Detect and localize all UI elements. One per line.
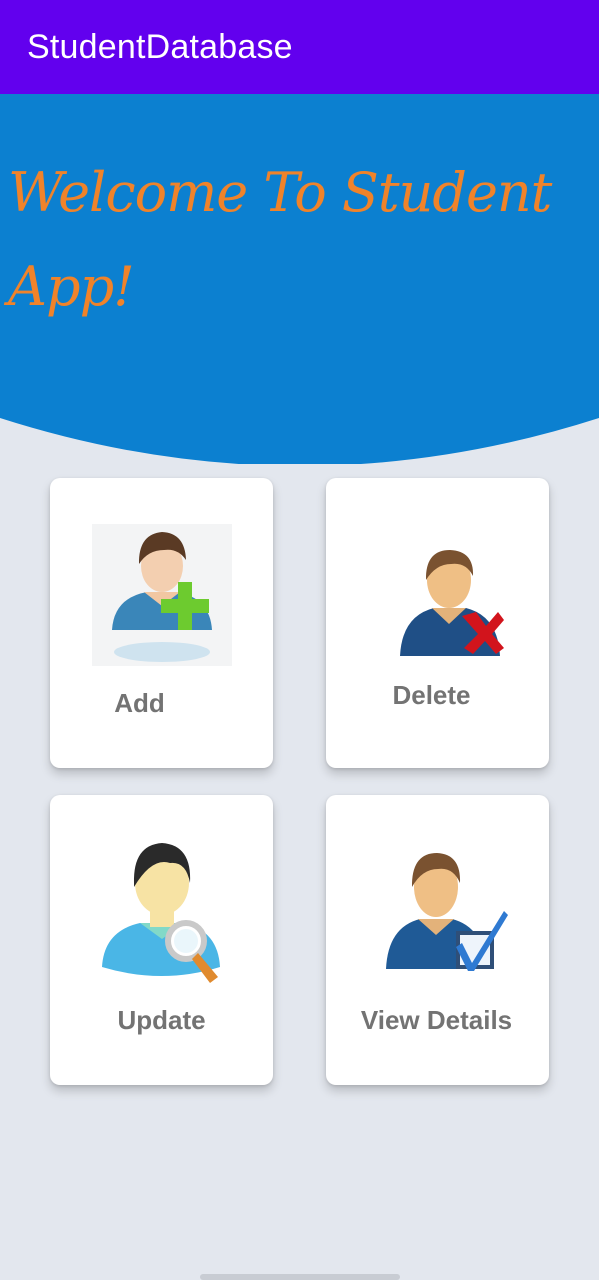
app-bar: StudentDatabase	[0, 0, 599, 94]
update-student-button[interactable]: Update	[50, 795, 273, 1085]
view-details-label: View Details	[360, 1005, 513, 1035]
delete-student-button[interactable]: Delete	[326, 478, 549, 768]
update-label: Update	[117, 1005, 206, 1035]
home-indicator[interactable]	[200, 1274, 400, 1280]
app-title: StudentDatabase	[27, 27, 293, 66]
hero-banner: Welcome To Student App!	[0, 94, 599, 464]
delete-label: Delete	[392, 680, 471, 710]
add-label: Add	[114, 688, 165, 718]
welcome-text: Welcome To Student App!	[8, 161, 552, 318]
update-student-icon	[102, 843, 220, 983]
delete-student-icon	[400, 550, 504, 656]
view-details-icon	[386, 853, 508, 971]
add-student-icon	[92, 524, 232, 666]
add-student-button[interactable]: Add	[50, 478, 273, 768]
view-details-button[interactable]: View Details	[326, 795, 549, 1085]
